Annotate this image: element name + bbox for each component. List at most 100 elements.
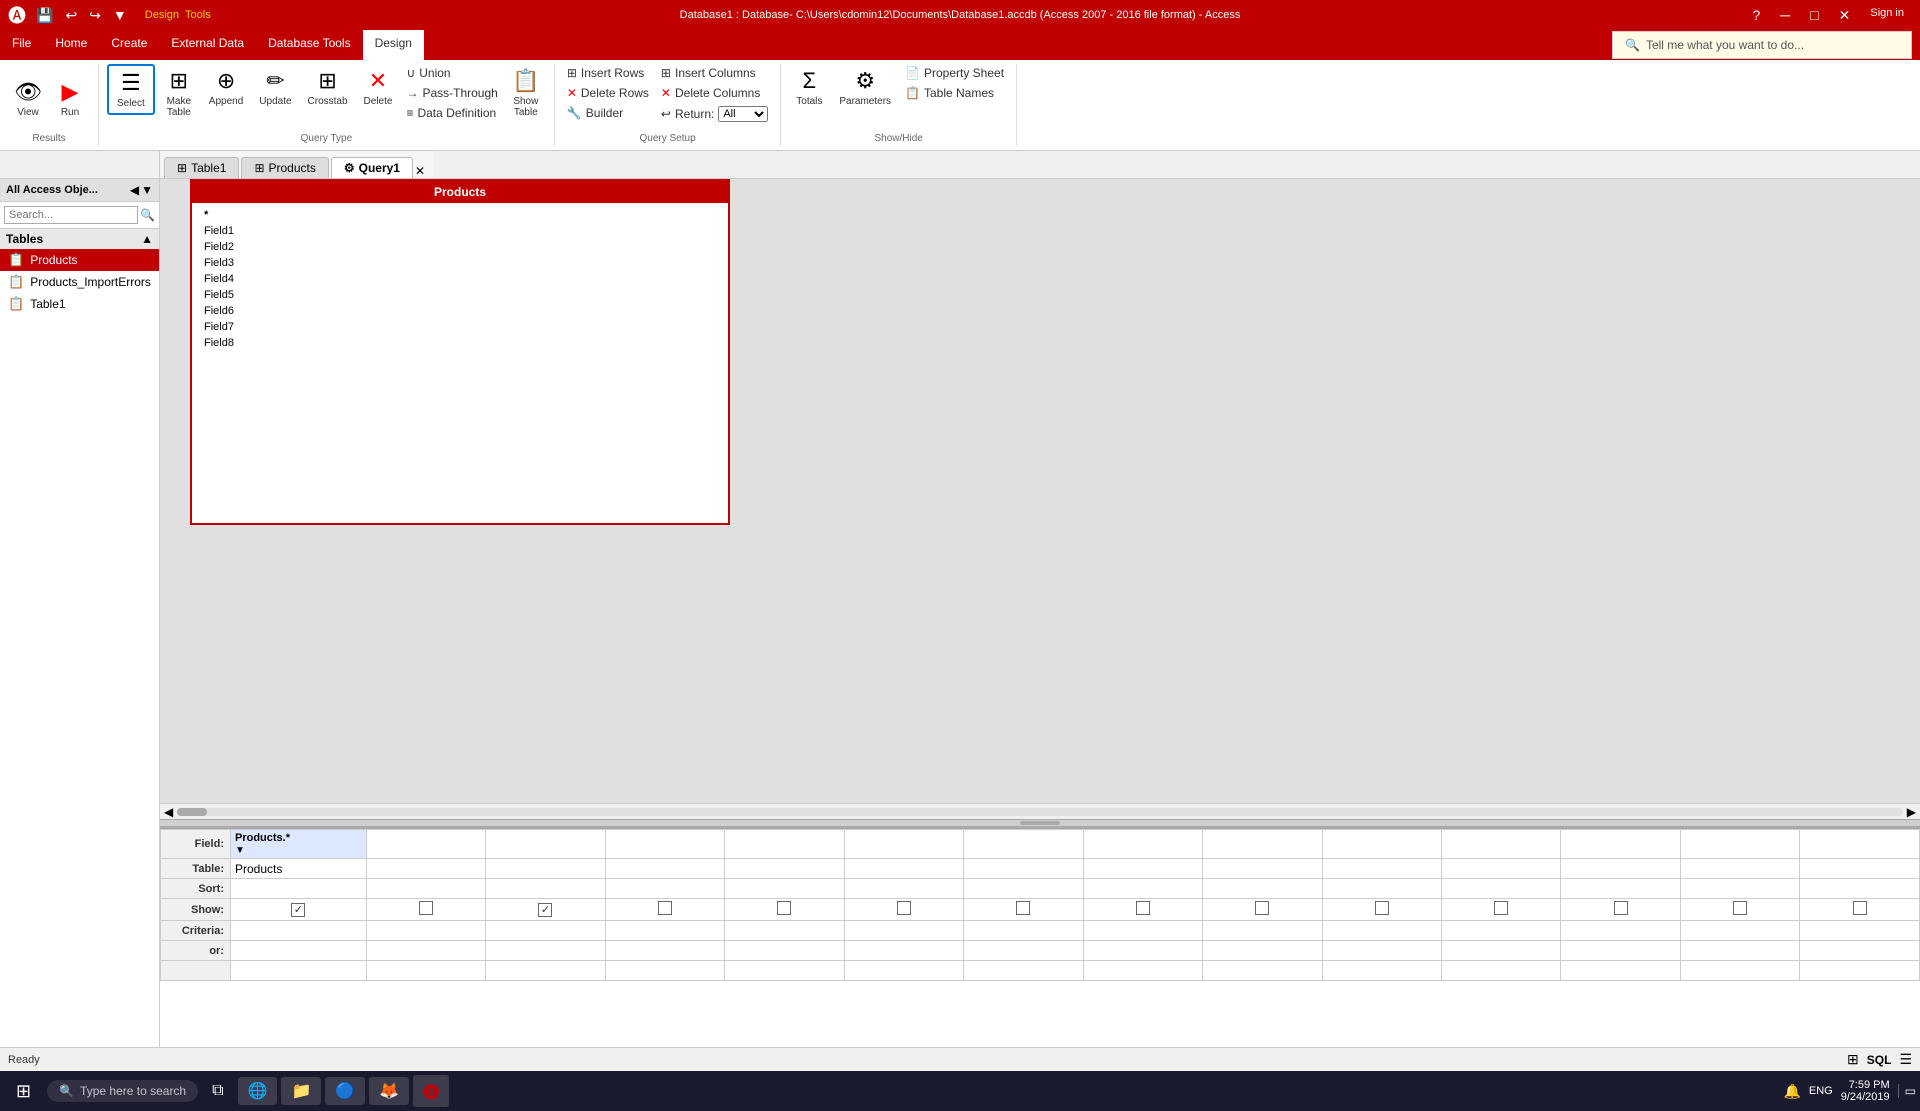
field-dropdown-btn[interactable]: ▼ — [235, 845, 245, 856]
tab-external-data[interactable]: External Data — [159, 30, 256, 60]
empty-cell-1-7[interactable] — [1083, 961, 1202, 981]
hscroll-left-btn[interactable]: ◀ — [164, 805, 173, 819]
field-cell-11[interactable] — [1561, 830, 1680, 859]
insert-columns-button[interactable]: ⊞ Insert Columns — [657, 64, 772, 82]
or-cell-6[interactable] — [964, 941, 1083, 961]
show-cell-10[interactable] — [1441, 899, 1560, 921]
make-table-button[interactable]: ⊞ MakeTable — [159, 64, 199, 122]
or-cell-10[interactable] — [1441, 941, 1560, 961]
tab-query1[interactable]: ⚙ Query1 — [331, 157, 413, 178]
or-cell-0[interactable] — [231, 941, 367, 961]
criteria-cell-1[interactable] — [366, 921, 485, 941]
criteria-cell-13[interactable] — [1800, 921, 1920, 941]
field-cell-7[interactable] — [1083, 830, 1202, 859]
or-cell-5[interactable] — [844, 941, 963, 961]
tab-design[interactable]: Design — [363, 30, 424, 60]
table-cell-6[interactable] — [964, 859, 1083, 879]
empty-cell-1-13[interactable] — [1800, 961, 1920, 981]
sign-in-btn[interactable]: Sign in — [1862, 7, 1912, 24]
show-checkbox-5[interactable] — [897, 901, 911, 915]
show-checkbox-2[interactable] — [538, 903, 552, 917]
field-3[interactable]: Field3 — [192, 255, 728, 271]
minimize-btn[interactable]: ─ — [1772, 7, 1798, 24]
show-checkbox-8[interactable] — [1255, 901, 1269, 915]
builder-button[interactable]: 🔧 Builder — [563, 104, 653, 122]
sort-cell-3[interactable] — [605, 879, 724, 899]
field-cell-4[interactable] — [725, 830, 844, 859]
criteria-cell-8[interactable] — [1203, 921, 1322, 941]
field-cell-2[interactable] — [486, 830, 605, 859]
delete-button[interactable]: ✕ Delete — [358, 64, 399, 111]
tab-file[interactable]: File — [0, 30, 43, 60]
taskbar-search-container[interactable]: 🔍 Type here to search — [47, 1080, 198, 1102]
field-cell-5[interactable] — [844, 830, 963, 859]
tab-create[interactable]: Create — [99, 30, 159, 60]
view-button[interactable]: 👁 View — [8, 75, 48, 122]
sidebar-collapse-btn[interactable]: ◀ — [130, 183, 139, 197]
show-checkbox-1[interactable] — [419, 901, 433, 915]
close-pane-btn[interactable]: ✕ — [415, 164, 433, 178]
field-6[interactable]: Field6 — [192, 303, 728, 319]
table-cell-1[interactable] — [366, 859, 485, 879]
sort-cell-13[interactable] — [1800, 879, 1920, 899]
start-button[interactable]: ⊞ — [4, 1075, 43, 1108]
or-cell-7[interactable] — [1083, 941, 1202, 961]
show-cell-9[interactable] — [1322, 899, 1441, 921]
return-select[interactable]: All 5 25 — [718, 106, 768, 122]
criteria-cell-7[interactable] — [1083, 921, 1202, 941]
sidebar-menu-btn[interactable]: ▼ — [141, 183, 153, 197]
show-checkbox-7[interactable] — [1136, 901, 1150, 915]
or-cell-1[interactable] — [366, 941, 485, 961]
criteria-cell-9[interactable] — [1322, 921, 1441, 941]
field-cell-12[interactable] — [1680, 830, 1799, 859]
field-1[interactable]: Field1 — [192, 223, 728, 239]
crosstab-button[interactable]: ⊞ Crosstab — [302, 64, 354, 111]
task-view-btn[interactable]: ⧉ — [202, 1078, 233, 1104]
show-cell-11[interactable] — [1561, 899, 1680, 921]
table-cell-9[interactable] — [1322, 859, 1441, 879]
qa-dropdown-btn[interactable]: ▼ — [109, 5, 131, 25]
return-button[interactable]: ↩ Return: All 5 25 — [657, 104, 772, 124]
or-cell-12[interactable] — [1680, 941, 1799, 961]
field-cell-10[interactable] — [1441, 830, 1560, 859]
sort-cell-10[interactable] — [1441, 879, 1560, 899]
or-cell-2[interactable] — [486, 941, 605, 961]
sort-cell-5[interactable] — [844, 879, 963, 899]
hscroll-right-btn[interactable]: ▶ — [1907, 805, 1916, 819]
show-cell-6[interactable] — [964, 899, 1083, 921]
design-view-btn[interactable]: ⊞ — [1847, 1051, 1859, 1068]
sort-cell-2[interactable] — [486, 879, 605, 899]
or-cell-8[interactable] — [1203, 941, 1322, 961]
sidebar-search-input[interactable] — [4, 206, 138, 224]
show-checkbox-4[interactable] — [777, 901, 791, 915]
field-7[interactable]: Field7 — [192, 319, 728, 335]
show-cell-8[interactable] — [1203, 899, 1322, 921]
empty-cell-1-0[interactable] — [231, 961, 367, 981]
field-8[interactable]: Field8 — [192, 335, 728, 351]
empty-cell-1-5[interactable] — [844, 961, 963, 981]
field-2[interactable]: Field2 — [192, 239, 728, 255]
show-cell-2[interactable] — [486, 899, 605, 921]
sort-cell-9[interactable] — [1322, 879, 1441, 899]
close-btn[interactable]: ✕ — [1831, 7, 1859, 24]
show-cell-13[interactable] — [1800, 899, 1920, 921]
show-cell-5[interactable] — [844, 899, 963, 921]
field-cell-13[interactable] — [1800, 830, 1920, 859]
empty-cell-1-3[interactable] — [605, 961, 724, 981]
hscroll-track[interactable] — [177, 808, 1903, 816]
empty-cell-1-6[interactable] — [964, 961, 1083, 981]
sidebar-item-products-import-errors[interactable]: 📋 Products_ImportErrors — [0, 271, 159, 293]
sidebar-section-tables[interactable]: Tables ▲ — [0, 229, 159, 249]
tab-database-tools[interactable]: Database Tools — [256, 30, 363, 60]
field-cell-9[interactable] — [1322, 830, 1441, 859]
or-cell-9[interactable] — [1322, 941, 1441, 961]
criteria-cell-0[interactable] — [231, 921, 367, 941]
chrome-btn[interactable]: 🔵 — [325, 1077, 365, 1105]
or-cell-3[interactable] — [605, 941, 724, 961]
show-checkbox-6[interactable] — [1016, 901, 1030, 915]
sort-cell-12[interactable] — [1680, 879, 1799, 899]
run-button[interactable]: ▶ Run — [50, 75, 90, 122]
empty-cell-1-11[interactable] — [1561, 961, 1680, 981]
criteria-cell-5[interactable] — [844, 921, 963, 941]
criteria-cell-6[interactable] — [964, 921, 1083, 941]
